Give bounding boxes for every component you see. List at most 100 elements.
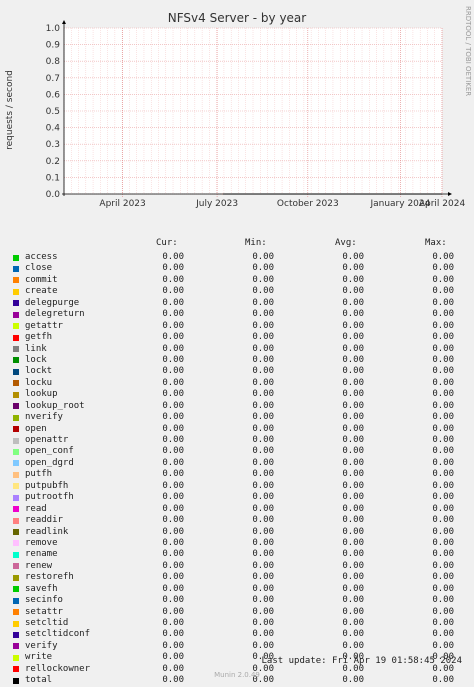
- legend-min-value: 0.00: [252, 332, 274, 343]
- y-tick-label: 0.7: [46, 74, 60, 84]
- legend-swatch: [13, 563, 19, 570]
- legend-avg-value: 0.00: [342, 606, 364, 617]
- legend-series-name: renew: [25, 560, 53, 571]
- legend-swatch: [13, 448, 19, 455]
- legend-max-value: 0.00: [432, 640, 454, 651]
- legend-swatch: [13, 460, 19, 467]
- legend-cur-value: 0.00: [162, 309, 184, 320]
- x-tick-label: April 2023: [99, 199, 145, 209]
- legend-row-locku: locku 0.00 0.00 0.00 0.00: [0, 378, 474, 389]
- legend-series-name: nverify: [25, 412, 63, 423]
- legend-min-value: 0.00: [252, 549, 274, 560]
- legend-avg-value: 0.00: [342, 560, 364, 571]
- legend-swatch: [13, 654, 19, 661]
- legend-row-putpubfh: putpubfh 0.00 0.00 0.00 0.00: [0, 481, 474, 492]
- legend-min-value: 0.00: [252, 469, 274, 480]
- legend-row-link: link 0.00 0.00 0.00 0.00: [0, 344, 474, 355]
- legend-swatch: [13, 483, 19, 490]
- legend-max-value: 0.00: [432, 400, 454, 411]
- legend-max-value: 0.00: [432, 252, 454, 262]
- legend-swatch: [13, 300, 19, 307]
- x-tick-label: October 2023: [277, 199, 339, 209]
- legend-cur-value: 0.00: [162, 640, 184, 651]
- legend-swatch: [13, 597, 19, 604]
- legend-series-name: restorefh: [25, 572, 74, 583]
- y-tick-label: 0.9: [46, 41, 61, 51]
- legend-cur-value: 0.00: [162, 469, 184, 480]
- legend-min-value: 0.00: [252, 606, 274, 617]
- legend-series-name: delegpurge: [25, 297, 80, 308]
- legend-min-value: 0.00: [252, 640, 274, 651]
- legend-row-open: open 0.00 0.00 0.00 0.00: [0, 424, 474, 435]
- legend-swatch: [13, 323, 19, 330]
- legend-swatch: [13, 403, 19, 410]
- legend-avg-value: 0.00: [342, 629, 364, 640]
- legend-min-value: 0.00: [252, 572, 274, 583]
- x-tick-label: July 2023: [195, 199, 238, 209]
- legend-swatch: [13, 609, 19, 616]
- legend-row-remove: remove 0.00 0.00 0.00 0.00: [0, 538, 474, 549]
- legend-min-value: 0.00: [252, 252, 274, 262]
- legend-min-value: 0.00: [252, 629, 274, 640]
- legend-avg-value: 0.00: [342, 469, 364, 480]
- legend-row-getfh: getfh 0.00 0.00 0.00 0.00: [0, 332, 474, 343]
- legend-series-name: open_conf: [25, 446, 74, 457]
- legend-min-value: 0.00: [252, 343, 274, 354]
- legend-row-close: close 0.00 0.00 0.00 0.00: [0, 263, 474, 274]
- chart-title: NFSv4 Server - by year: [168, 11, 307, 25]
- y-tick-label: 0.1: [46, 173, 60, 183]
- legend-max-value: 0.00: [432, 595, 454, 606]
- legend-cur-value: 0.00: [162, 377, 184, 388]
- legend-max-value: 0.00: [432, 629, 454, 640]
- legend-series-name: putfh: [25, 469, 53, 480]
- legend-series-name: write: [25, 652, 53, 663]
- legend-max-value: 0.00: [432, 286, 454, 297]
- y-tick-label: 0.0: [46, 190, 61, 200]
- legend-avg-value: 0.00: [342, 480, 364, 491]
- legend-min-value: 0.00: [252, 515, 274, 526]
- legend-series-name: access: [25, 252, 58, 262]
- legend-series-name: secinfo: [25, 595, 63, 606]
- legend-min-value: 0.00: [252, 435, 274, 445]
- legend-cur-value: 0.00: [162, 435, 184, 445]
- legend-swatch: [13, 346, 19, 352]
- legend-avg-value: 0.00: [342, 446, 364, 457]
- legend-row-openattr: openattr 0.00 0.00 0.00 0.00: [0, 435, 474, 446]
- legend-series-name: commit: [25, 274, 58, 285]
- legend-series-name: create: [25, 286, 58, 297]
- y-tick-label: 0.2: [46, 157, 60, 167]
- legend-avg-value: 0.00: [342, 400, 364, 411]
- legend-avg-value: 0.00: [342, 503, 364, 514]
- legend-series-name: close: [25, 263, 53, 274]
- legend-avg-value: 0.00: [342, 492, 364, 503]
- legend-row-access: access 0.00 0.00 0.00 0.00: [0, 252, 474, 263]
- legend-cur-value: 0.00: [162, 583, 184, 594]
- legend-swatch: [13, 506, 19, 513]
- legend-max-value: 0.00: [432, 446, 454, 457]
- legend-series-name: read: [25, 503, 47, 514]
- legend-series-name: savefh: [25, 583, 58, 594]
- legend-max-value: 0.00: [432, 435, 454, 445]
- legend-swatch: [13, 551, 19, 558]
- legend-avg-value: 0.00: [342, 377, 364, 388]
- legend-swatch: [13, 368, 19, 375]
- legend-series-name: putpubfh: [25, 480, 69, 491]
- legend-row-open-conf: open_conf 0.00 0.00 0.00 0.00: [0, 446, 474, 457]
- legend-swatch: [13, 380, 19, 387]
- legend-max-value: 0.00: [432, 320, 454, 331]
- legend-swatch: [13, 254, 19, 261]
- legend-row-verify: verify 0.00 0.00 0.00 0.00: [0, 641, 474, 652]
- y-axis-label: requests / second: [5, 70, 15, 150]
- legend-row-open-dgrd: open_dgrd 0.00 0.00 0.00 0.00: [0, 458, 474, 469]
- legend-min-value: 0.00: [252, 297, 274, 308]
- legend-series-name: remove: [25, 537, 58, 548]
- legend-cur-value: 0.00: [162, 274, 184, 285]
- legend-row-setattr: setattr 0.00 0.00 0.00 0.00: [0, 607, 474, 618]
- legend-max-value: 0.00: [432, 457, 454, 468]
- legend-swatch: [13, 265, 19, 272]
- legend-cur-value: 0.00: [162, 526, 184, 537]
- legend-swatch: [13, 620, 19, 627]
- legend-avg-value: 0.00: [342, 423, 364, 434]
- legend-avg-value: 0.00: [342, 332, 364, 343]
- legend-row-savefh: savefh 0.00 0.00 0.00 0.00: [0, 584, 474, 595]
